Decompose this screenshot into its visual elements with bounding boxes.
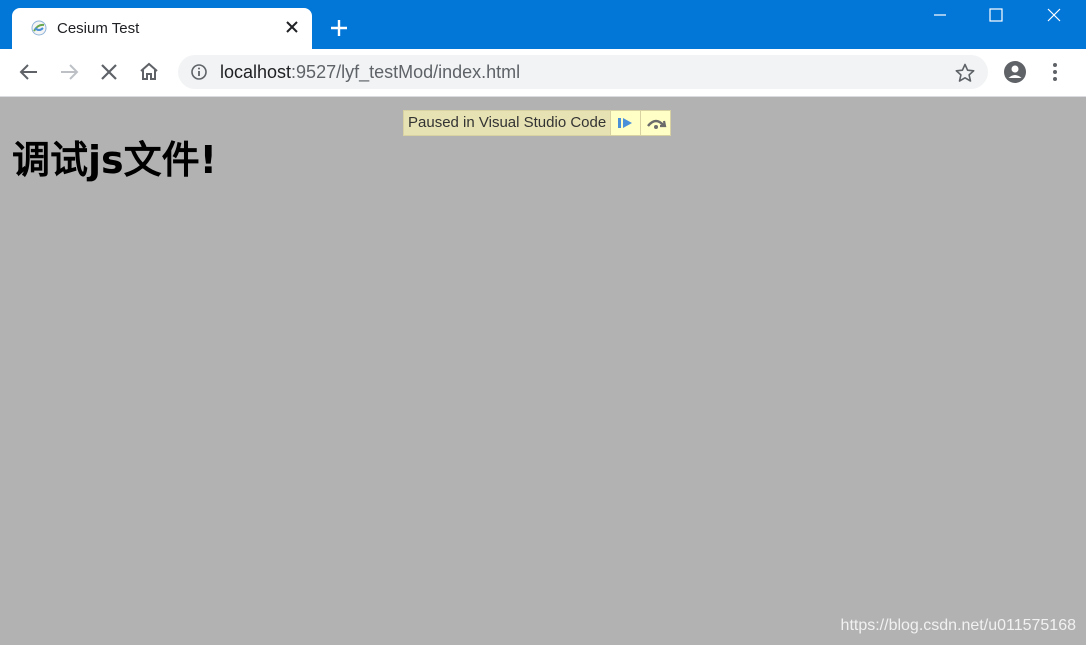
watermark-text: https://blog.csdn.net/u011575168: [840, 617, 1076, 634]
window-close-icon[interactable]: [1041, 5, 1067, 27]
step-over-button[interactable]: [640, 111, 670, 135]
stop-loading-icon[interactable]: [97, 60, 121, 84]
cesium-globe-icon: [31, 20, 47, 36]
arrow-right-icon[interactable]: [57, 60, 81, 84]
address-bar[interactable]: localhost:9527/lyf_testMod/index.html: [178, 55, 988, 89]
maximize-icon[interactable]: [983, 5, 1009, 27]
url-text[interactable]: localhost:9527/lyf_testMod/index.html: [220, 62, 520, 83]
tab-title: Cesium Test: [57, 20, 140, 37]
url-path: :9527/lyf_testMod/index.html: [291, 62, 521, 82]
resume-button[interactable]: [610, 111, 640, 135]
star-icon[interactable]: [954, 62, 976, 84]
home-icon[interactable]: [137, 60, 161, 84]
browser-tab[interactable]: Cesium Test: [12, 8, 312, 49]
resume-icon: [617, 118, 632, 128]
url-host: localhost: [220, 62, 292, 82]
title-bar: Cesium Test: [0, 0, 1086, 49]
step-over-icon: [646, 119, 667, 129]
tab-close-icon[interactable]: [283, 18, 301, 36]
paused-status-label: Paused in Visual Studio Code: [404, 111, 611, 135]
new-tab-button[interactable]: [328, 17, 350, 39]
page-viewport: 调试js文件! Paused in Visual Studio Code htt…: [0, 97, 1086, 645]
debugger-paused-bar: Paused in Visual Studio Code: [403, 110, 672, 136]
more-vertical-icon[interactable]: [1043, 60, 1067, 84]
account-icon[interactable]: [1003, 60, 1027, 84]
info-icon[interactable]: [190, 63, 208, 81]
page-heading: 调试js文件!: [12, 138, 217, 182]
arrow-left-icon[interactable]: [17, 60, 41, 84]
browser-toolbar: localhost:9527/lyf_testMod/index.html: [0, 49, 1086, 97]
minimize-icon[interactable]: [927, 5, 953, 27]
